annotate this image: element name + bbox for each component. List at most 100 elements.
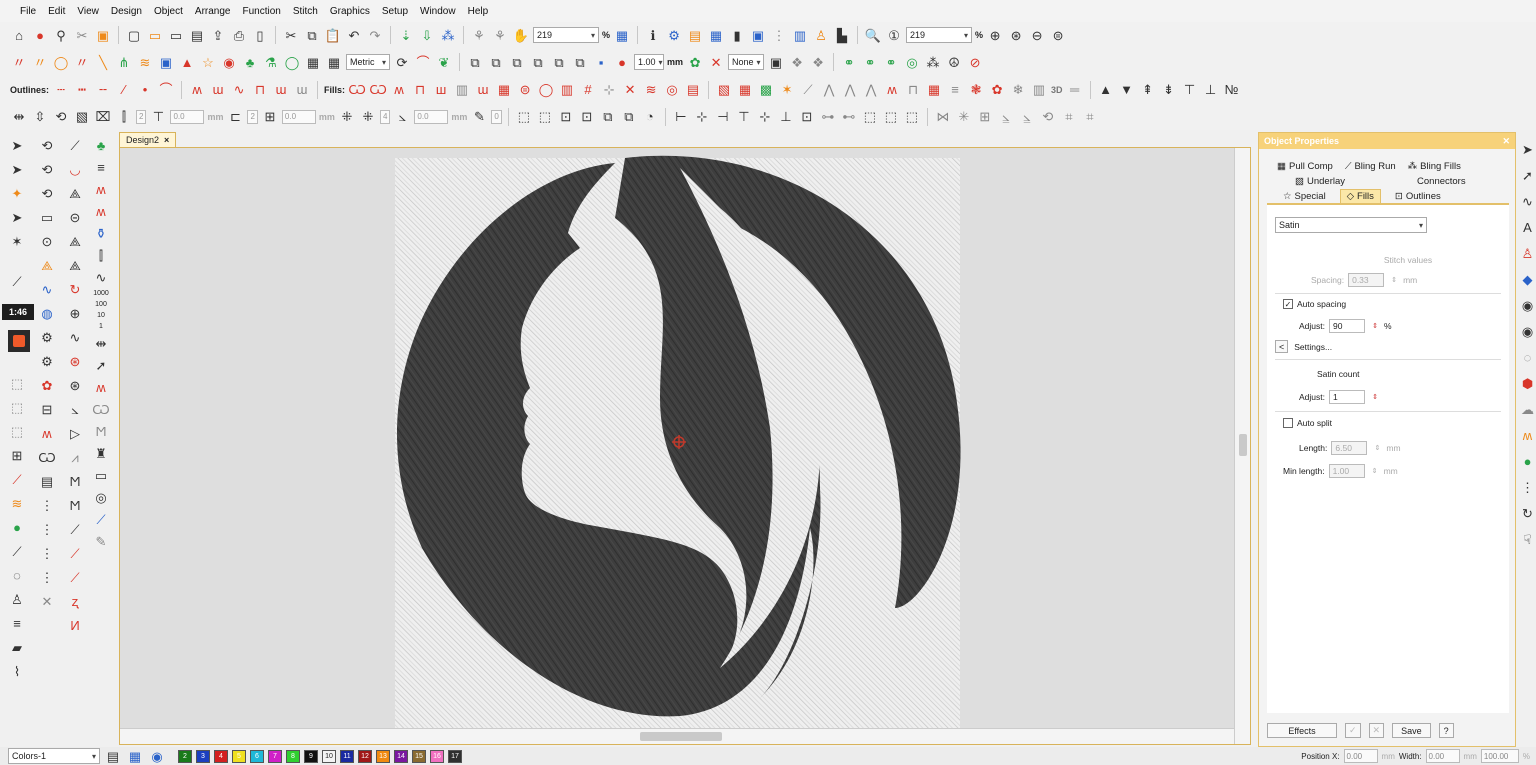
circle-green-icon[interactable]: ◎: [903, 53, 921, 71]
fill-dash-icon[interactable]: ═: [1066, 81, 1084, 99]
outline-triple-icon[interactable]: ┅: [73, 81, 91, 99]
comb-tool-icon[interactable]: ⫿: [92, 246, 110, 264]
tab-bling-run[interactable]: ⟋ Bling Run: [1339, 159, 1402, 173]
color-swatch[interactable]: 16: [430, 749, 444, 763]
align-up-icon[interactable]: ▲: [1097, 81, 1115, 99]
menu-design[interactable]: Design: [105, 6, 148, 17]
position-x-field[interactable]: 0.00: [1343, 749, 1378, 763]
no-entry-icon[interactable]: ⊘: [966, 53, 984, 71]
loop-icon[interactable]: ◌: [8, 566, 26, 584]
fill-satin-icon[interactable]: Ѡ: [348, 81, 366, 99]
stamp-tool-icon[interactable]: ⚙: [38, 328, 56, 346]
grid-icon[interactable]: ⋮: [770, 26, 788, 44]
m-tool-icon[interactable]: Ϻ: [66, 472, 84, 490]
bottle-tool-icon[interactable]: ⚱: [92, 224, 110, 242]
pen-angle-icon[interactable]: ✎: [470, 108, 488, 126]
arrows-tool-icon[interactable]: ⇹: [92, 334, 110, 352]
trim-icon[interactable]: ⧉: [487, 53, 505, 71]
cancel-tool-icon[interactable]: ✕: [38, 592, 56, 610]
horizontal-scrollbar[interactable]: [120, 728, 1234, 744]
ellipse-draw-icon[interactable]: ◯: [52, 53, 70, 71]
tree-icon[interactable]: ♣: [241, 53, 259, 71]
colorway-icon[interactable]: ▤: [104, 747, 122, 765]
step-10-label[interactable]: 10: [92, 312, 110, 319]
design-library-icon[interactable]: ▣: [94, 26, 112, 44]
curve-tool-icon[interactable]: ∿: [38, 280, 56, 298]
open-icon[interactable]: ▭: [146, 26, 164, 44]
select-rect-icon[interactable]: ⬚: [8, 374, 26, 392]
help-button[interactable]: ?: [1438, 723, 1454, 738]
menu-file[interactable]: File: [14, 6, 42, 17]
sawtooth-tool-icon[interactable]: ⩘: [66, 448, 84, 466]
print-icon[interactable]: ⎙: [230, 26, 248, 44]
ring-icon[interactable]: ◯: [283, 53, 301, 71]
select-rect-3-icon[interactable]: ⬚: [8, 422, 26, 440]
select-object-icon[interactable]: ➤: [8, 208, 26, 226]
menu-object[interactable]: Object: [148, 6, 189, 17]
vertical-scrollbar[interactable]: [1234, 148, 1250, 744]
color-dot-icon[interactable]: ●: [8, 518, 26, 536]
right-hex-icon[interactable]: ⬢: [1519, 374, 1536, 392]
ladder-tool-icon[interactable]: ≡: [92, 158, 110, 176]
select-arrow-icon[interactable]: ➤: [8, 136, 26, 154]
zoom-in-icon[interactable]: ⊕: [986, 26, 1004, 44]
human-icon[interactable]: ♙: [8, 590, 26, 608]
shapes-icon[interactable]: ▲: [178, 53, 196, 71]
fill-type-select[interactable]: Satin: [1275, 217, 1427, 233]
fill-cross-icon[interactable]: ✕: [621, 81, 639, 99]
align-center-icon[interactable]: ⊹: [693, 108, 711, 126]
castle-tool-icon[interactable]: ♜: [92, 444, 110, 462]
triangle-tool-3-icon[interactable]: ⟁: [66, 256, 84, 274]
outline-motif-icon[interactable]: ɯ: [293, 81, 311, 99]
color-swatch[interactable]: 3: [196, 749, 210, 763]
closed-shape-icon[interactable]: 〃: [31, 53, 49, 71]
length-field[interactable]: 6.50: [1331, 441, 1368, 455]
ring-tool-icon[interactable]: ◎: [92, 488, 110, 506]
cursor-tool-icon[interactable]: ➚: [92, 356, 110, 374]
group-icon[interactable]: ⧉: [599, 108, 617, 126]
dots-tool-2-icon[interactable]: ⋮: [38, 520, 56, 538]
menu-function[interactable]: Function: [236, 6, 286, 17]
diag-red-tool-icon[interactable]: ⟋: [66, 544, 84, 562]
numbering-icon[interactable]: №: [1223, 81, 1241, 99]
auto-fabric-icon[interactable]: ❖: [809, 53, 827, 71]
tab-connectors[interactable]: Connectors: [1411, 174, 1472, 188]
wave-tool-icon[interactable]: ∿: [92, 268, 110, 286]
align-right-icon[interactable]: ⊣: [714, 108, 732, 126]
spread-2-icon[interactable]: ⁜: [359, 108, 377, 126]
zoom-combo-1[interactable]: 219: [533, 27, 599, 43]
peace-icon[interactable]: ☮: [945, 53, 963, 71]
eraser-icon[interactable]: ▰: [8, 638, 26, 656]
envelope-2-icon[interactable]: ⦥: [1018, 108, 1036, 126]
hoop-icon[interactable]: ⚘: [491, 26, 509, 44]
color-swatch[interactable]: 12: [358, 749, 372, 763]
align-middle-icon[interactable]: ⊹: [756, 108, 774, 126]
paste-icon[interactable]: 📋: [324, 26, 342, 44]
z-tool-icon[interactable]: ʐ: [66, 592, 84, 610]
stitch-player-icon[interactable]: ⇣: [397, 26, 415, 44]
outline-arc-icon[interactable]: ⌒: [157, 81, 175, 99]
fill-sparkle-icon[interactable]: ✶: [778, 81, 796, 99]
cluster-icon[interactable]: ⁂: [924, 53, 942, 71]
horizontal-scroll-thumb[interactable]: [640, 732, 722, 741]
save-icon[interactable]: ▤: [188, 26, 206, 44]
n-tool-icon[interactable]: И: [66, 616, 84, 634]
outline-blanket-icon[interactable]: ɯ: [209, 81, 227, 99]
tab-special[interactable]: ☆ Special: [1277, 189, 1332, 203]
fill-mountain-2-icon[interactable]: ⋀: [841, 81, 859, 99]
adjust2-field[interactable]: 1: [1329, 390, 1365, 404]
align-bottom-icon[interactable]: ⇟: [1160, 81, 1178, 99]
effects-button[interactable]: Effects: [1267, 723, 1337, 738]
menu-help[interactable]: Help: [462, 6, 495, 17]
fill-hash-icon[interactable]: #: [579, 81, 597, 99]
line-width-field[interactable]: 1.00: [634, 54, 664, 70]
adjust-stepper-icon[interactable]: ⇕: [1370, 320, 1380, 332]
cog-tool-icon[interactable]: ⚙: [38, 352, 56, 370]
skew-icon[interactable]: ▧: [73, 108, 91, 126]
width-field[interactable]: 2: [247, 109, 258, 124]
petal-tool-icon[interactable]: ✿: [38, 376, 56, 394]
spread-icon[interactable]: ⁜: [338, 108, 356, 126]
new-icon[interactable]: ▢: [125, 26, 143, 44]
color-swatch[interactable]: 14: [394, 749, 408, 763]
pen-icon[interactable]: 〃: [73, 53, 91, 71]
